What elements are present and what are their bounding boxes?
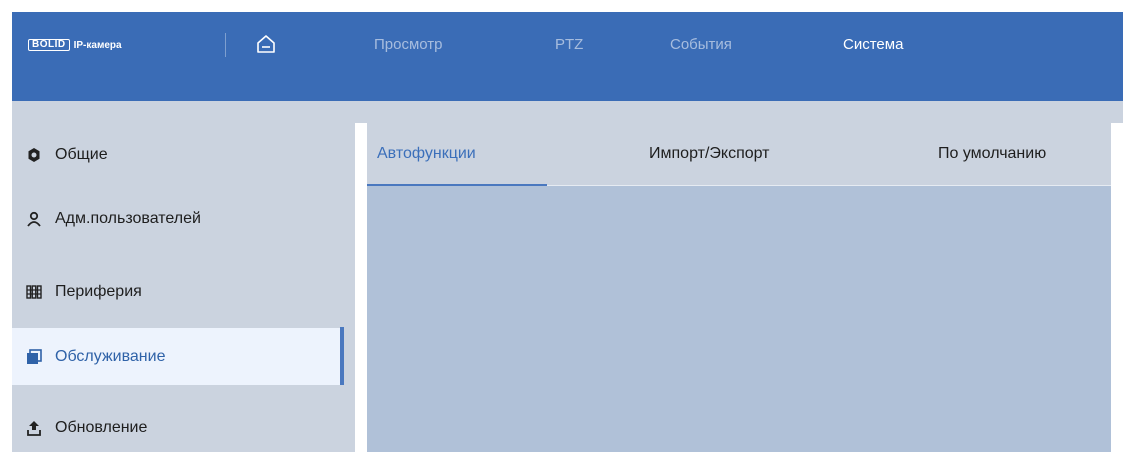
active-indicator (340, 327, 344, 385)
peripheral-icon (26, 284, 42, 300)
nav-system[interactable]: Система (843, 35, 903, 55)
sidebar-item-label: Обслуживание (55, 347, 166, 365)
logo-brand: BOLID (28, 39, 70, 51)
top-band (12, 101, 1123, 123)
nav-view[interactable]: Просмотр (374, 35, 443, 55)
sidebar-item-label: Общие (55, 145, 108, 163)
header-divider (225, 33, 226, 57)
sidebar-item-users[interactable]: Адм.пользователей (12, 191, 341, 246)
user-icon (26, 211, 42, 227)
sidebar-item-label: Обновление (55, 418, 148, 436)
sidebar-item-general[interactable]: Общие (12, 127, 341, 182)
sidebar-item-update[interactable]: Обновление (12, 400, 341, 455)
nav-ptz[interactable]: PTZ (555, 35, 583, 55)
tab-import-export[interactable]: Импорт/Экспорт (649, 144, 770, 164)
tab-autofunctions[interactable]: Автофункции (377, 144, 476, 164)
logo: BOLID IP-камера (28, 38, 122, 52)
logo-text: IP-камера (73, 39, 122, 51)
sidebar-item-peripheral[interactable]: Периферия (12, 264, 341, 319)
upload-icon (26, 420, 42, 436)
top-header (12, 12, 1123, 101)
tab-active-underline (367, 184, 547, 186)
gear-icon (26, 147, 42, 163)
home-icon[interactable] (255, 33, 277, 55)
sidebar-item-label: Периферия (55, 282, 142, 300)
sidebar-item-maintenance[interactable]: Обслуживание (12, 328, 341, 385)
tab-divider (547, 185, 1111, 186)
sidebar-item-label: Адм.пользователей (55, 209, 201, 227)
nav-events[interactable]: События (670, 35, 732, 55)
maintenance-icon (26, 348, 42, 365)
tab-bar: Автофункции Импорт/Экспорт По умолчанию (367, 123, 1111, 185)
tab-defaults[interactable]: По умолчанию (938, 144, 1046, 164)
